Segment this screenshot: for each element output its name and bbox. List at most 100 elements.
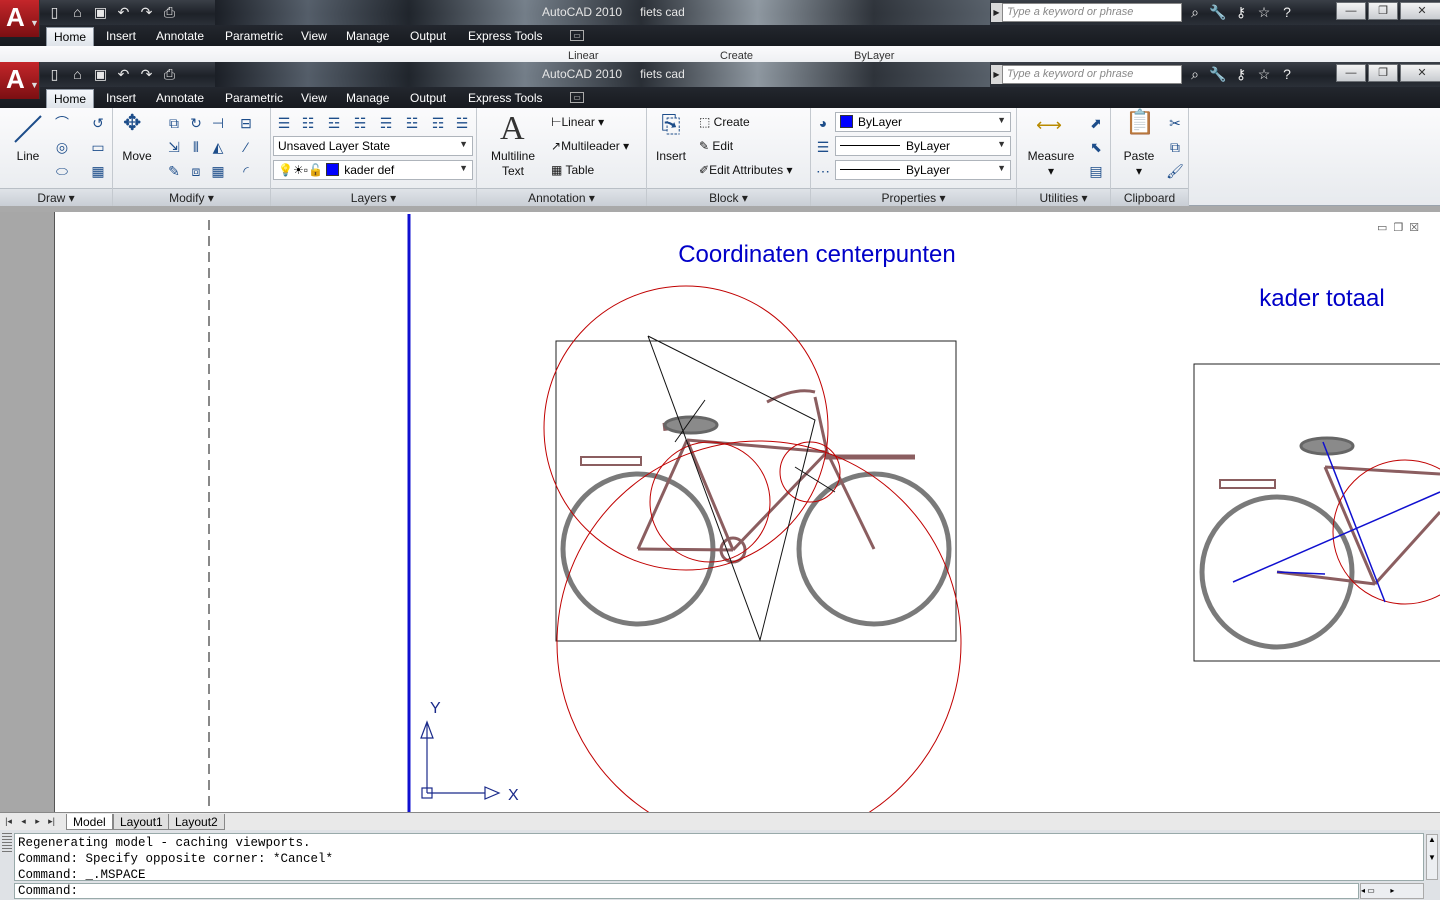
layer-match-icon[interactable]: ☷ bbox=[299, 114, 317, 132]
prev-tab-icon[interactable]: ◂ bbox=[18, 815, 29, 828]
bg-tab-output[interactable]: Output bbox=[403, 27, 453, 46]
modify-panel-title[interactable]: Modify ▾ bbox=[113, 188, 270, 206]
fillet-icon[interactable]: ◜ bbox=[237, 162, 255, 180]
trim-icon[interactable]: ⊣ bbox=[209, 114, 227, 132]
select-similar-icon[interactable]: ⬉ bbox=[1087, 138, 1105, 156]
measure-icon[interactable]: ⟷ bbox=[1033, 116, 1065, 134]
layer-properties-icon[interactable]: ☰ bbox=[275, 114, 293, 132]
command-grip-handle[interactable] bbox=[2, 833, 12, 853]
viewport-close-icon[interactable]: ☒ bbox=[1409, 221, 1419, 234]
star-icon[interactable]: ☆ bbox=[1254, 64, 1274, 84]
draw-panel-title[interactable]: Draw ▾ bbox=[0, 188, 112, 206]
stretch-icon[interactable]: ⇲ bbox=[165, 138, 183, 156]
bg-tab-manage[interactable]: Manage bbox=[339, 27, 396, 46]
array-icon[interactable]: ▦ bbox=[209, 162, 227, 180]
first-tab-icon[interactable]: |◂ bbox=[3, 815, 14, 828]
ribbon-minimize-icon[interactable]: ▭ bbox=[570, 92, 584, 103]
tab-view[interactable]: View bbox=[294, 89, 334, 108]
save-icon[interactable]: ▣ bbox=[90, 2, 111, 22]
background-search-input[interactable]: Type a keyword or phrase bbox=[1002, 3, 1182, 22]
layout-tab-layout1[interactable]: Layout1 bbox=[113, 814, 170, 830]
viewport-restore-icon[interactable]: ❐ bbox=[1393, 221, 1403, 234]
command-input[interactable]: Command: bbox=[14, 883, 1359, 899]
insert-block-icon[interactable]: ⎘ bbox=[658, 113, 684, 142]
bg-tab-home[interactable]: Home bbox=[46, 27, 95, 46]
key-icon[interactable]: ⚷ bbox=[1231, 2, 1251, 22]
command-horizontal-scrollbar[interactable]: ◂ ▭ ▸ bbox=[1360, 883, 1424, 899]
paste-icon[interactable]: 📋 bbox=[1125, 111, 1155, 144]
star-icon[interactable]: ☆ bbox=[1254, 2, 1274, 22]
open-icon[interactable]: ⌂ bbox=[67, 2, 88, 22]
minimize-button[interactable]: — bbox=[1336, 64, 1366, 82]
restore-button[interactable]: ❐ bbox=[1368, 64, 1398, 82]
application-menu-button[interactable]: A ▼ bbox=[0, 0, 40, 37]
tab-manage[interactable]: Manage bbox=[339, 89, 396, 108]
ribbon-minimize-icon[interactable]: ▭ bbox=[570, 30, 584, 41]
background-close-button[interactable]: ✕ bbox=[1400, 2, 1440, 20]
linetype-dropdown[interactable]: ByLayer ▼ bbox=[835, 160, 1011, 180]
search-input[interactable]: Type a keyword or phrase bbox=[1002, 65, 1182, 84]
scale-icon[interactable]: ◭ bbox=[209, 138, 227, 156]
mirror-icon[interactable]: ⫴ bbox=[187, 138, 205, 156]
tab-express-tools[interactable]: Express Tools bbox=[461, 89, 549, 108]
layer-isolate-icon[interactable]: ☵ bbox=[351, 114, 369, 132]
move-icon[interactable]: ✥ bbox=[123, 112, 141, 134]
tab-parametric[interactable]: Parametric bbox=[218, 89, 290, 108]
lineweight-dropdown[interactable]: ByLayer ▼ bbox=[835, 136, 1011, 156]
polyline-icon[interactable]: ⌒ bbox=[53, 114, 71, 132]
undo-icon[interactable]: ↶ bbox=[113, 2, 134, 22]
tab-home[interactable]: Home bbox=[46, 89, 95, 108]
save-icon[interactable]: ▣ bbox=[90, 64, 111, 84]
multileader-button[interactable]: ↗Multileader ▾ bbox=[551, 139, 629, 153]
layer-off-icon[interactable]: ☴ bbox=[377, 114, 395, 132]
layout-tab-layout2[interactable]: Layout2 bbox=[168, 814, 225, 830]
current-layer-dropdown[interactable]: 💡☀▫🔓 kader def ▼ bbox=[273, 160, 473, 180]
wrench-icon[interactable]: 🔧 bbox=[1208, 64, 1228, 84]
circle-icon[interactable]: ◎ bbox=[53, 138, 71, 156]
explode-icon[interactable]: ⁄ bbox=[237, 138, 255, 156]
background-restore-button[interactable]: ❐ bbox=[1368, 2, 1398, 20]
binoculars-icon[interactable]: ⌕ bbox=[1185, 64, 1205, 84]
command-vertical-scrollbar[interactable]: ▲ ▼ bbox=[1426, 834, 1438, 880]
bg-tab-annotate[interactable]: Annotate bbox=[149, 27, 211, 46]
line-icon[interactable] bbox=[12, 113, 44, 145]
new-icon[interactable]: ▯ bbox=[44, 64, 65, 84]
help-icon[interactable]: ? bbox=[1277, 2, 1297, 22]
copy-clip-icon[interactable]: ⧉ bbox=[1166, 138, 1184, 156]
redo-icon[interactable]: ↷ bbox=[136, 64, 157, 84]
layer-freeze-icon[interactable]: ☳ bbox=[403, 114, 421, 132]
layers-panel-title[interactable]: Layers ▾ bbox=[271, 188, 476, 206]
bg-tab-parametric[interactable]: Parametric bbox=[218, 27, 290, 46]
key-icon[interactable]: ⚷ bbox=[1231, 64, 1251, 84]
close-button[interactable]: ✕ bbox=[1400, 64, 1440, 82]
rectangle-icon[interactable]: ▭ bbox=[89, 138, 107, 156]
layout-tab-model[interactable]: Model bbox=[66, 814, 113, 830]
properties-panel-title[interactable]: Properties ▾ bbox=[811, 188, 1016, 206]
ellipse-icon[interactable]: ⬭ bbox=[53, 162, 71, 180]
search-expand-icon[interactable]: ▶ bbox=[991, 3, 1002, 22]
drawing-canvas[interactable]: Coordinaten centerpunten kader totaal Y … bbox=[55, 212, 1440, 812]
edit-attributes-button[interactable]: ✐Edit Attributes ▾ bbox=[699, 163, 792, 177]
layer-unlock-icon[interactable]: ☱ bbox=[453, 114, 471, 132]
tab-output[interactable]: Output bbox=[403, 89, 453, 108]
help-icon[interactable]: ? bbox=[1277, 64, 1297, 84]
edit-pencil-icon[interactable]: ✎ bbox=[165, 162, 183, 180]
arc-icon[interactable]: ↺ bbox=[89, 114, 107, 132]
hatch-icon[interactable]: ▦ bbox=[89, 162, 107, 180]
linetype-icon[interactable]: ⋯ bbox=[814, 162, 832, 180]
insert-button[interactable]: Insert bbox=[651, 149, 691, 163]
rotate-icon[interactable]: ↻ bbox=[187, 114, 205, 132]
utilities-panel-title[interactable]: Utilities ▾ bbox=[1017, 188, 1110, 206]
background-minimize-button[interactable]: — bbox=[1336, 2, 1366, 20]
move-button[interactable]: Move bbox=[117, 149, 157, 163]
color-wheel-icon[interactable]: ◕ bbox=[814, 114, 832, 132]
layer-state-dropdown[interactable]: Unsaved Layer State ▼ bbox=[273, 136, 473, 156]
clipboard-panel-title[interactable]: Clipboard bbox=[1111, 188, 1188, 206]
binoculars-icon[interactable]: ⌕ bbox=[1185, 2, 1205, 22]
bg-tab-view[interactable]: View bbox=[294, 27, 334, 46]
linear-dimension-button[interactable]: ⊢Linear ▾ bbox=[551, 115, 604, 129]
wrench-icon[interactable]: 🔧 bbox=[1208, 2, 1228, 22]
bg-tab-express-tools[interactable]: Express Tools bbox=[461, 27, 549, 46]
paste-button[interactable]: Paste ▾ bbox=[1117, 149, 1161, 179]
table-button[interactable]: ▦ Table bbox=[551, 163, 594, 177]
